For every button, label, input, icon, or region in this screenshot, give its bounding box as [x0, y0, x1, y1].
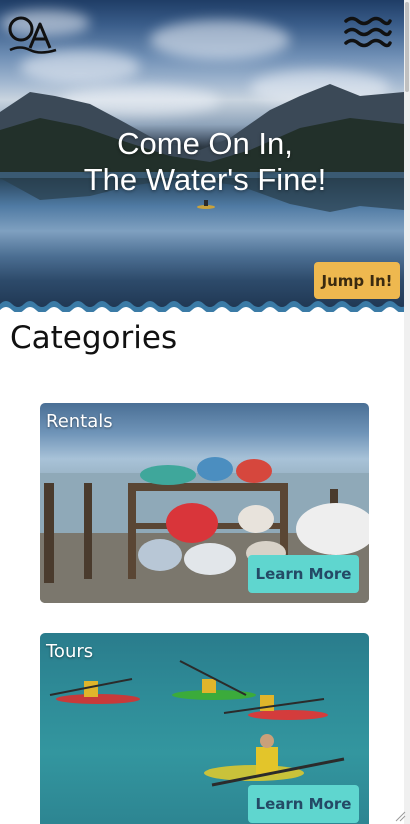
- category-card-tours[interactable]: Tours Learn More: [40, 633, 369, 824]
- oa-logo-icon[interactable]: [6, 14, 58, 54]
- wave-menu-icon[interactable]: [344, 16, 392, 48]
- hero-banner: Come On In, The Water's Fine! Jump In!: [0, 0, 404, 312]
- rentals-label: Rentals: [46, 411, 113, 432]
- category-card-rentals[interactable]: Rentals Learn More: [40, 403, 369, 603]
- hero-title-line-1: Come On In,: [117, 126, 293, 161]
- hero-title-line-2: The Water's Fine!: [83, 162, 327, 197]
- tours-learn-more-button[interactable]: Learn More: [248, 785, 359, 823]
- kayak-figure: [197, 200, 215, 209]
- categories-heading: Categories: [10, 320, 178, 356]
- resize-handle-icon[interactable]: [394, 810, 406, 822]
- rentals-learn-more-button[interactable]: Learn More: [248, 555, 359, 593]
- page-scrollbar[interactable]: [404, 0, 410, 824]
- scrollbar-thumb[interactable]: [405, 2, 409, 92]
- wave-divider: [0, 301, 404, 312]
- tours-label: Tours: [46, 641, 94, 662]
- hero-title: Come On In, The Water's Fine!: [0, 126, 404, 198]
